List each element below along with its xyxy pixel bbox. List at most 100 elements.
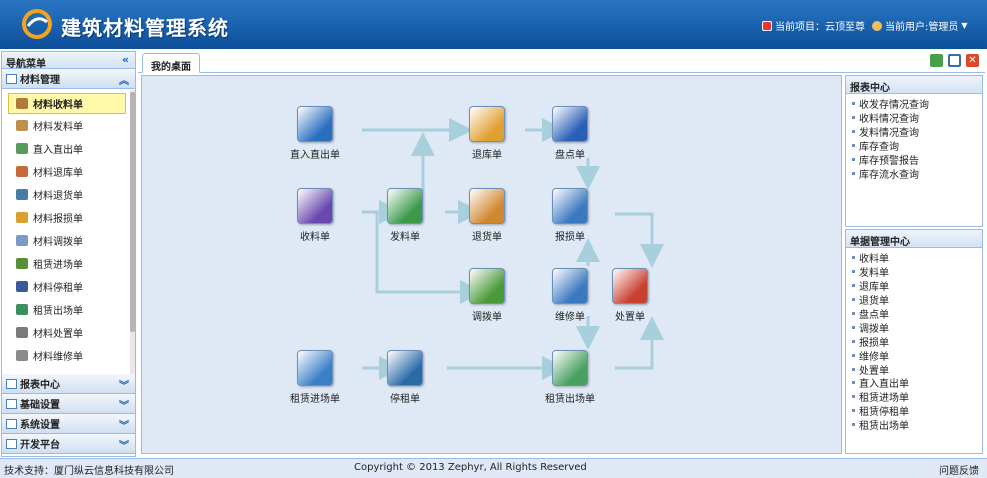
flow-node-loss[interactable]: 报损单 [535, 188, 605, 243]
tab-tools: ✕ [930, 54, 979, 67]
doc-link[interactable]: 报损单 [846, 334, 982, 349]
flow-node-stoplease[interactable]: 停租单 [370, 350, 440, 405]
accordion-section[interactable]: 开发平台 ︾ [2, 434, 135, 454]
flow-node-receive[interactable]: 收料单 [280, 188, 350, 243]
sidebar-item[interactable]: 材料收料单 [8, 93, 126, 114]
close-icon[interactable]: ✕ [966, 54, 979, 67]
doc-link[interactable]: 处置单 [846, 362, 982, 377]
scrollbar[interactable] [130, 90, 135, 374]
current-user[interactable]: 当前用户:管理员 ▼ [872, 18, 968, 33]
warehouse-icon [16, 98, 28, 109]
flow-node-inventory[interactable]: 盘点单 [535, 106, 605, 161]
sidebar-item[interactable]: 材料报损单 [2, 206, 130, 229]
doc-link[interactable]: 盘点单 [846, 307, 982, 321]
flow-node-leasein[interactable]: 租赁进场单 [280, 350, 350, 405]
report-link-label: 收发存情况查询 [859, 100, 929, 112]
report-link[interactable]: 收料情况查询 [846, 111, 982, 125]
grid-icon [16, 304, 28, 315]
doc-link-label: 报损单 [859, 337, 889, 349]
sidebar-item[interactable]: 材料退货单 [2, 183, 130, 206]
flow-node-label: 收料单 [300, 232, 330, 243]
flow-node-retstore[interactable]: 退库单 [452, 106, 522, 161]
chevron-down-icon[interactable]: ︾ [119, 397, 129, 412]
document-icon [387, 350, 423, 386]
flow-node-direct[interactable]: 直入直出单 [280, 106, 350, 161]
flow-node-label: 租赁出场单 [545, 394, 595, 405]
accordion-section[interactable]: 基础设置 ︾ [2, 394, 135, 414]
doc-link[interactable]: 退库单 [846, 279, 982, 293]
document-icon [469, 268, 505, 304]
flow-node-issue[interactable]: 发料单 [370, 188, 440, 243]
accordion-material[interactable]: 材料管理 ︽ [2, 69, 135, 89]
sidebar-item[interactable]: 材料处置单 [2, 321, 130, 344]
document-icon [297, 106, 333, 142]
flow-node-dispose[interactable]: 处置单 [595, 268, 665, 323]
sidebar-header: 导航菜单 « [2, 52, 135, 70]
app-header: 建筑材料管理系统 当前项目：云顶至尊 当前用户:管理员 ▼ [0, 0, 987, 49]
sidebar-item[interactable]: 材料调拨单 [2, 229, 130, 252]
sidebar-item[interactable]: 材料退库单 [2, 160, 130, 183]
bullet-icon [852, 171, 855, 175]
bullet-icon [852, 144, 855, 148]
doc-link[interactable]: 发料单 [846, 265, 982, 279]
document-icon [469, 106, 505, 142]
doc-link[interactable]: 调拨单 [846, 320, 982, 335]
flow-node-retgoods[interactable]: 退货单 [452, 188, 522, 243]
chevron-up-icon[interactable]: ︽ [119, 72, 129, 87]
doc-link[interactable]: 租赁进场单 [846, 390, 982, 404]
sidebar-item[interactable]: 材料发料单 [2, 114, 130, 137]
refresh-icon[interactable] [930, 54, 943, 67]
doc-link[interactable]: 直入直出单 [846, 376, 982, 390]
material-menu: 材料收料单 材料发料单 直入直出单 材料退库单 材料退货单 材料报损单 材料调拨单 租赁进场单… [2, 90, 130, 374]
document-icon [16, 143, 28, 154]
app-title: 建筑材料管理系统 [61, 16, 229, 40]
doc-link-label: 直入直出单 [859, 379, 909, 391]
document-icon [552, 106, 588, 142]
report-link[interactable]: 收发存情况查询 [846, 97, 982, 111]
doc-link[interactable]: 退货单 [846, 293, 982, 307]
doc-link[interactable]: 租赁停租单 [846, 404, 982, 418]
sidebar-item[interactable]: 材料维修单 [2, 344, 130, 367]
doc-link[interactable]: 租赁出场单 [846, 418, 982, 432]
report-link[interactable]: 库存预警报告 [846, 153, 982, 167]
feedback-link[interactable]: 问题反馈 [939, 462, 979, 477]
user-label: 当前用户:管理员 [885, 22, 959, 33]
bullet-icon [852, 423, 855, 427]
doc-link[interactable]: 维修单 [846, 348, 982, 363]
sidebar-item-label: 材料停租单 [33, 283, 83, 294]
chevron-down-icon[interactable]: ︾ [119, 417, 129, 432]
chevron-down-icon[interactable]: ▼ [961, 21, 967, 30]
return-icon [16, 189, 28, 200]
copyright-text: Copyright © 2013 Zephyr, All Rights Rese… [354, 462, 587, 473]
chevron-down-icon[interactable]: ︾ [119, 437, 129, 452]
report-link[interactable]: 库存查询 [846, 139, 982, 153]
section-icon [6, 418, 17, 429]
accordion-section[interactable]: 报表中心 ︾ [2, 374, 135, 394]
document-icon [297, 188, 333, 224]
report-link[interactable]: 发料情况查询 [846, 125, 982, 139]
bullet-icon [852, 116, 855, 120]
doc-link-label: 收料单 [859, 254, 889, 266]
sidebar-item[interactable]: 材料停租单 [2, 275, 130, 298]
tab-desktop[interactable]: 我的桌面 [142, 53, 200, 73]
accordion-section[interactable]: 系统设置 ︾ [2, 414, 135, 434]
collapse-icon[interactable]: « [122, 53, 129, 66]
flow-node-leaseout[interactable]: 租赁出场单 [535, 350, 605, 405]
doc-link[interactable]: 收料单 [846, 251, 982, 265]
document-icon [552, 188, 588, 224]
sidebar-item[interactable]: 租赁进场单 [2, 252, 130, 275]
sidebar-item[interactable]: 租赁出场单 [2, 298, 130, 321]
bullet-icon [852, 284, 855, 288]
chevron-down-icon[interactable]: ︾ [119, 377, 129, 392]
document-icon [552, 350, 588, 386]
flow-node-transfer[interactable]: 调拨单 [452, 268, 522, 323]
maximize-icon[interactable] [948, 54, 961, 67]
section-icon [6, 378, 17, 389]
report-link[interactable]: 库存流水查询 [846, 166, 982, 181]
flow-node-label: 发料单 [390, 232, 420, 243]
sidebar-item[interactable]: 直入直出单 [2, 137, 130, 160]
doc-link-label: 发料单 [859, 268, 889, 280]
document-icon [297, 350, 333, 386]
doc-center-panel: 单据管理中心 收料单 发料单 退库单 退货单 盘点单 调拨单 报损单 维修单 处置单 直入直出单租… [845, 229, 983, 454]
accordion-label: 材料管理 [20, 75, 60, 86]
